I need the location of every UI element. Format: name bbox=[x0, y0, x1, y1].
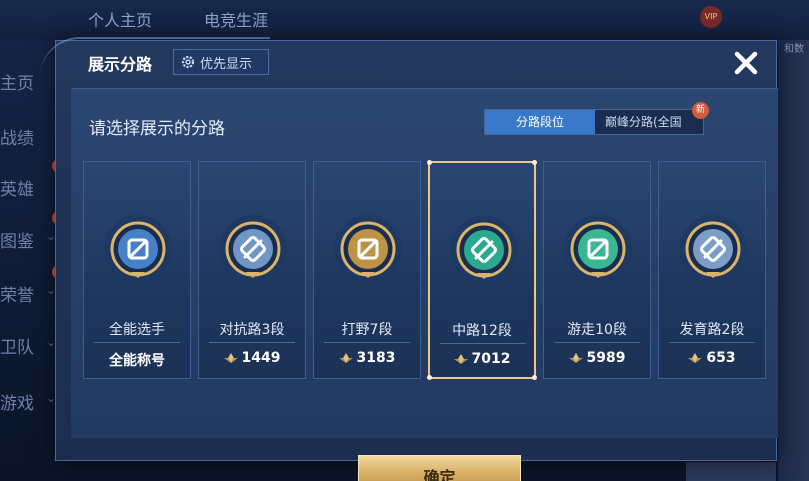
card-divider bbox=[669, 342, 755, 343]
confirm-button[interactable]: 确定 bbox=[358, 455, 521, 481]
priority-display-label: 优先显示 bbox=[200, 56, 253, 72]
lane-card[interactable]: 打野7段 3183 bbox=[313, 161, 421, 379]
tab-lane-rank-label: 分路段位 bbox=[515, 115, 564, 129]
selection-corner bbox=[532, 375, 537, 380]
card-divider bbox=[94, 342, 180, 343]
jungle-emblem bbox=[333, 214, 403, 284]
lane-selection-panel: 请选择展示的分路 分路段位 巅峰分路(全国 新 全能选手 全能称号 对抗路3段 144… bbox=[71, 88, 778, 481]
lane-category-tabs: 分路段位 巅峰分路(全国 新 bbox=[484, 102, 709, 135]
lane-score: 全能称号 bbox=[84, 350, 190, 370]
lane-name: 发育路2段 bbox=[679, 322, 745, 338]
card-divider bbox=[554, 342, 640, 343]
background-bottom-button bbox=[686, 462, 776, 481]
lane-score-value: 3183 bbox=[356, 350, 396, 366]
tab-esports-career[interactable]: 电竞生涯 bbox=[204, 7, 268, 31]
background-top-bar: 个人主页 电竞生涯 VIP bbox=[0, 0, 809, 40]
rank-points-icon bbox=[223, 353, 238, 363]
lane-display-modal: 展示分路 优先显示 请选择展示的分路 分路段位 巅峰分路(全国 新 全能选手 全… bbox=[40, 37, 778, 481]
lane-score: 5989 bbox=[544, 350, 650, 366]
tab-peak-lane-label: 巅峰分路(全国 bbox=[605, 115, 682, 129]
farm-lane-emblem bbox=[678, 214, 748, 284]
rank-points-icon bbox=[453, 354, 468, 364]
selection-prompt: 请选择展示的分路 bbox=[89, 119, 225, 139]
lane-score-value: 7012 bbox=[471, 351, 511, 367]
lane-card[interactable]: 游走10段 5989 bbox=[543, 161, 651, 379]
confirm-button-label: 确定 bbox=[423, 467, 456, 481]
lane-score-value: 5989 bbox=[586, 350, 626, 366]
lane-card[interactable]: 对抗路3段 1449 bbox=[198, 161, 306, 379]
tab-personal-home[interactable]: 个人主页 bbox=[88, 7, 152, 31]
lane-score-value: 1449 bbox=[241, 350, 281, 366]
tab-peak-lane[interactable]: 巅峰分路(全国 新 bbox=[595, 102, 709, 134]
card-divider bbox=[324, 342, 410, 343]
lane-name: 中路12段 bbox=[452, 323, 512, 339]
rank-points-icon bbox=[568, 353, 583, 363]
lane-score: 7012 bbox=[430, 351, 534, 367]
sidebar-item-label: 卫队 bbox=[0, 338, 34, 358]
lane-score-value: 全能称号 bbox=[109, 353, 165, 369]
lane-card[interactable]: 中路12段 7012 bbox=[427, 160, 537, 380]
lane-card[interactable]: 全能选手 全能称号 bbox=[83, 161, 191, 379]
sidebar-item-label: 荣誉 bbox=[0, 286, 34, 306]
priority-display-button[interactable]: 优先显示 bbox=[173, 49, 269, 75]
lane-score: 653 bbox=[659, 350, 765, 366]
selection-corner bbox=[532, 160, 537, 165]
lane-name: 游走10段 bbox=[567, 322, 627, 338]
all-round-emblem bbox=[103, 214, 173, 284]
clash-lane-emblem bbox=[218, 214, 288, 284]
modal-title: 展示分路 bbox=[88, 55, 153, 74]
sidebar-item-label: 图鉴 bbox=[0, 232, 34, 252]
lane-score: 3183 bbox=[314, 350, 420, 366]
selection-corner bbox=[427, 375, 432, 380]
mid-lane-emblem bbox=[449, 215, 519, 285]
background-right-edge bbox=[778, 40, 809, 481]
rank-points-icon bbox=[338, 353, 353, 363]
vip-badge: VIP bbox=[700, 6, 722, 28]
lane-name: 对抗路3段 bbox=[219, 322, 285, 338]
close-button[interactable] bbox=[728, 47, 764, 79]
roam-emblem bbox=[563, 214, 633, 284]
selection-corner bbox=[427, 160, 432, 165]
lane-card[interactable]: 发育路2段 653 bbox=[658, 161, 766, 379]
lane-score: 1449 bbox=[199, 350, 305, 366]
new-badge: 新 bbox=[692, 102, 709, 119]
sidebar-item-label: 主页 bbox=[0, 74, 34, 94]
lane-name: 全能选手 bbox=[109, 322, 165, 338]
card-divider bbox=[209, 342, 295, 343]
modal-header: 展示分路 优先显示 bbox=[40, 37, 776, 83]
lane-score-value: 653 bbox=[706, 350, 736, 366]
sidebar-item-label: 战绩 bbox=[0, 129, 34, 149]
gear-icon bbox=[181, 55, 195, 69]
close-icon bbox=[734, 51, 758, 75]
tab-lane-rank[interactable]: 分路段位 bbox=[485, 110, 595, 134]
card-divider bbox=[440, 343, 526, 344]
lane-name: 打野7段 bbox=[341, 322, 393, 338]
rank-points-icon bbox=[688, 353, 703, 363]
sidebar-item-label: 英雄 bbox=[0, 180, 34, 200]
background-right-text: 和数 bbox=[784, 44, 804, 55]
sidebar-item-label: 游戏 bbox=[0, 394, 34, 414]
